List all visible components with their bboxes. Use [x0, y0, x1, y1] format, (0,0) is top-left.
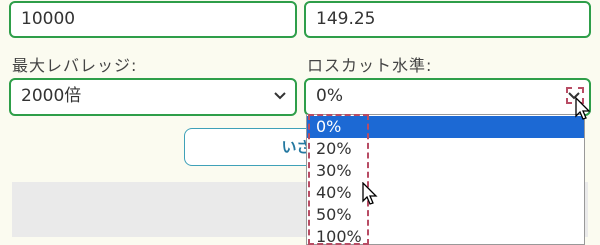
dropdown-option-0[interactable]: 0%: [307, 116, 584, 138]
rate-input[interactable]: 149.25: [304, 1, 591, 38]
losscut-select-value: 0%: [316, 86, 343, 106]
mouse-pointer-icon: [362, 182, 378, 205]
losscut-dropdown: 0% 20% 30% 40% 50% 100%: [306, 114, 585, 245]
dropdown-option-50[interactable]: 50%: [307, 204, 584, 226]
dropdown-option-30[interactable]: 30%: [307, 160, 584, 182]
amount-value: 10000: [21, 9, 76, 29]
dropdown-option-20[interactable]: 20%: [307, 138, 584, 160]
dropdown-option-40[interactable]: 40%: [307, 182, 584, 204]
leverage-select-value: 2000倍: [21, 86, 82, 106]
leverage-label: 最大レバレッジ:: [12, 56, 138, 75]
mouse-pointer-icon: [575, 97, 591, 120]
rate-value: 149.25: [316, 9, 376, 29]
amount-input[interactable]: 10000: [9, 1, 297, 38]
losscut-select[interactable]: 0%: [304, 78, 591, 116]
leverage-select[interactable]: 2000倍: [9, 78, 297, 116]
losscut-label: ロスカット水準:: [307, 56, 433, 75]
chevron-down-icon: [273, 88, 287, 102]
dropdown-option-100[interactable]: 100%: [307, 226, 584, 244]
